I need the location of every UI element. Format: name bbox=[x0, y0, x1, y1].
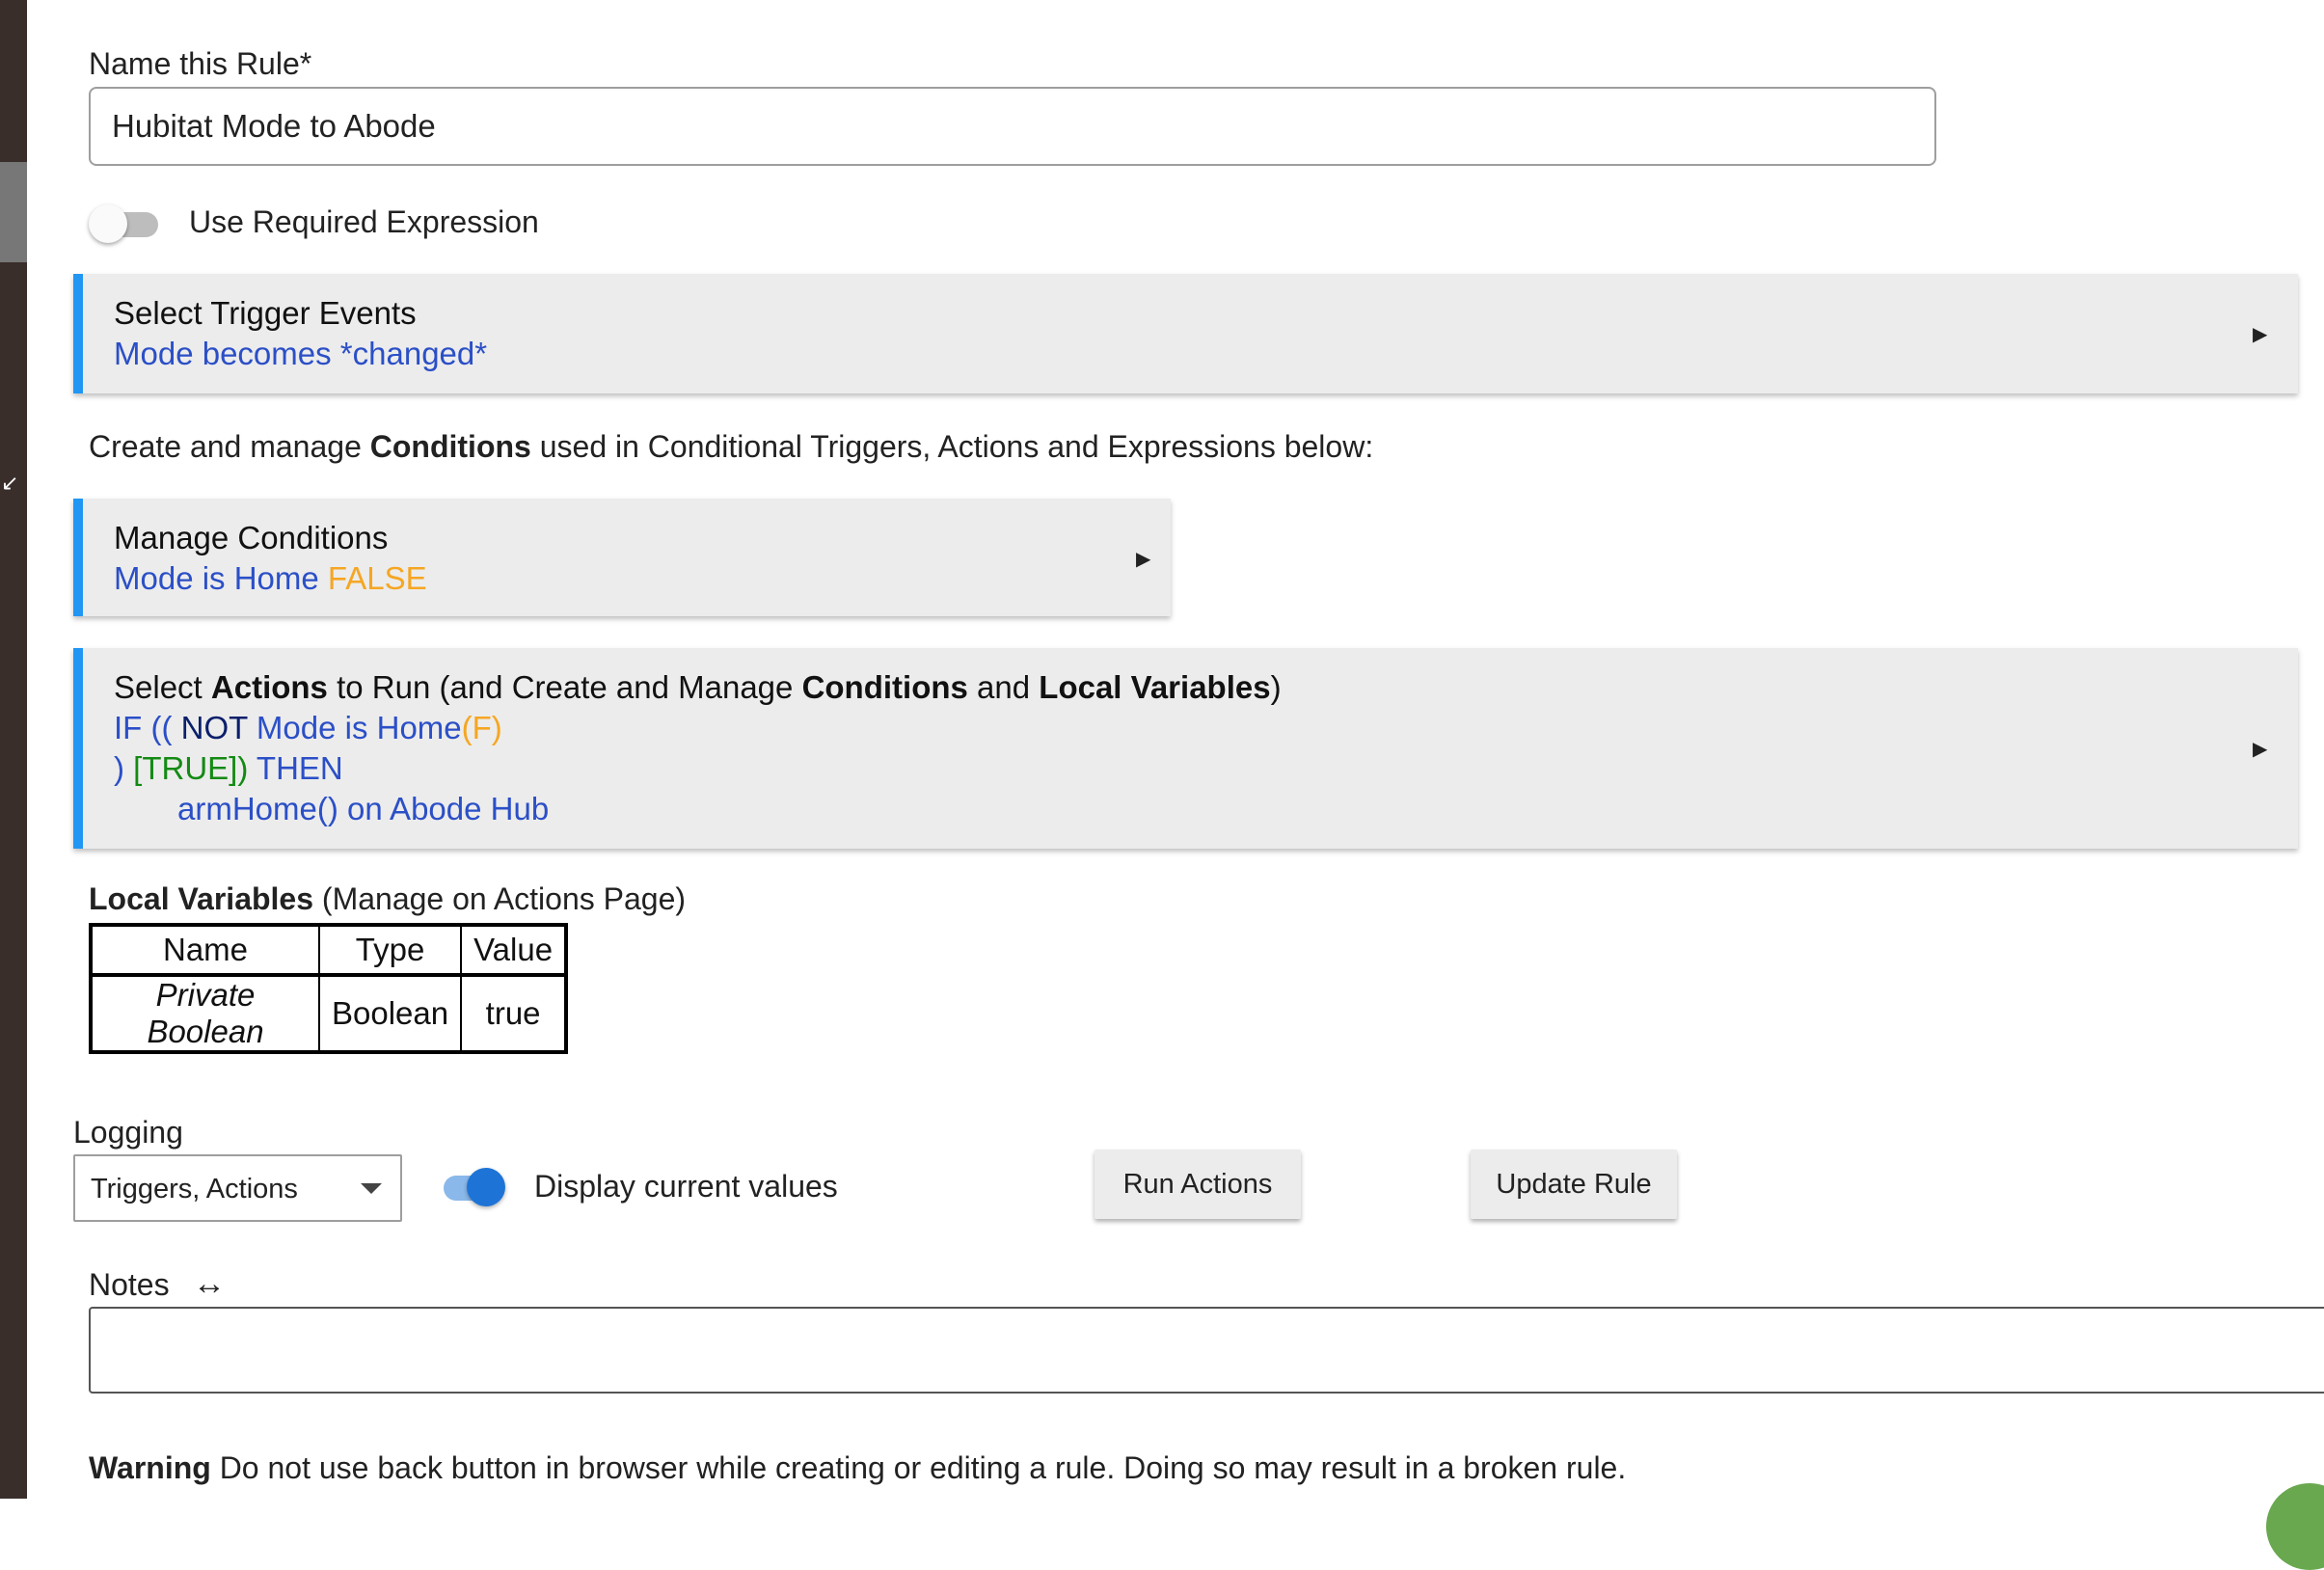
actions-title-part: ) bbox=[1270, 669, 1282, 705]
action-line-then: ) [TRUE]) THEN bbox=[114, 750, 343, 787]
action-condition: Mode is Home bbox=[256, 710, 462, 745]
display-values-label: Display current values bbox=[534, 1169, 838, 1204]
expression-result: [TRUE]) bbox=[133, 750, 249, 786]
table-row: Private Boolean Boolean true bbox=[90, 974, 568, 1053]
actions-title-bold: Local Variables bbox=[1039, 669, 1271, 705]
display-values-toggle[interactable] bbox=[432, 1166, 505, 1208]
condition-name: Mode is Home bbox=[114, 560, 319, 596]
close-paren: ) bbox=[114, 750, 124, 786]
actions-title-bold: Actions bbox=[210, 669, 328, 705]
variable-type-cell: Boolean bbox=[317, 974, 463, 1053]
left-sidebar: ↙ bbox=[0, 0, 27, 1499]
not-keyword: NOT bbox=[180, 710, 248, 745]
variable-value-cell: true bbox=[460, 974, 568, 1053]
trigger-summary: Mode becomes *changed* bbox=[114, 336, 488, 371]
actions-title-part: to Run (and Create and Manage bbox=[327, 669, 802, 705]
conditions-intro-prefix: Create and manage bbox=[89, 429, 370, 464]
action-command: armHome() on Abode Hub bbox=[177, 791, 550, 826]
actions-title-bold: Conditions bbox=[801, 669, 968, 705]
local-variables-title-bold: Local Variables bbox=[89, 881, 314, 916]
if-keyword: IF (( bbox=[114, 710, 173, 745]
warning-bold: Warning bbox=[89, 1450, 211, 1485]
column-header-value: Value bbox=[460, 924, 568, 977]
actions-panel-title: Select Actions to Run (and Create and Ma… bbox=[114, 669, 1282, 706]
then-keyword: THEN bbox=[256, 750, 343, 786]
action-condition-state: (F) bbox=[461, 710, 502, 745]
chevron-down-icon bbox=[361, 1183, 382, 1194]
logging-select[interactable]: Triggers, Actions bbox=[73, 1154, 402, 1222]
triangle-right-icon: ▶ bbox=[2253, 324, 2268, 345]
conditions-intro: Create and manage Conditions used in Con… bbox=[89, 429, 1373, 465]
notes-textarea[interactable] bbox=[89, 1307, 2324, 1394]
table-header-row: Name Type Value bbox=[90, 924, 568, 977]
trigger-events-panel[interactable]: Select Trigger Events Mode becomes *chan… bbox=[73, 274, 2298, 393]
conditions-panel-title: Manage Conditions bbox=[114, 520, 389, 555]
warning-text: Do not use back button in browser while … bbox=[210, 1450, 1627, 1485]
local-variables-title: Local Variables (Manage on Actions Page) bbox=[89, 881, 686, 917]
rule-name-label: Name this Rule* bbox=[89, 46, 312, 81]
triangle-right-icon: ▶ bbox=[1136, 549, 1151, 570]
toggle-knob bbox=[467, 1168, 505, 1206]
notes-label: Notes bbox=[89, 1267, 170, 1302]
conditions-intro-bold: Conditions bbox=[369, 429, 531, 464]
condition-state: FALSE bbox=[327, 560, 427, 596]
conditions-intro-suffix: used in Conditional Triggers, Actions an… bbox=[530, 429, 1374, 464]
toggle-knob bbox=[89, 204, 127, 243]
rule-name-input[interactable] bbox=[89, 87, 1936, 166]
variable-name-cell: Private Boolean bbox=[90, 974, 320, 1053]
column-header-name: Name bbox=[90, 924, 320, 977]
sidebar-scroll-thumb[interactable] bbox=[0, 162, 27, 262]
run-actions-button[interactable]: Run Actions bbox=[1094, 1150, 1301, 1219]
update-rule-button[interactable]: Update Rule bbox=[1471, 1150, 1677, 1219]
warning-message: Warning Do not use back button in browse… bbox=[89, 1450, 1626, 1486]
horizontal-arrows-icon[interactable]: ↔ bbox=[193, 1265, 226, 1303]
actions-title-part: and bbox=[967, 669, 1040, 705]
collapse-arrow-icon[interactable]: ↙ bbox=[1, 473, 18, 494]
select-actions-panel[interactable]: Select Actions to Run (and Create and Ma… bbox=[73, 648, 2298, 849]
local-variables-title-rest: (Manage on Actions Page) bbox=[313, 881, 687, 916]
required-expression-label: Use Required Expression bbox=[189, 204, 539, 239]
column-header-type: Type bbox=[317, 924, 463, 977]
local-variables-table: Name Type Value Private Boolean Boolean … bbox=[89, 923, 569, 1054]
trigger-panel-title: Select Trigger Events bbox=[114, 295, 417, 331]
condition-summary: Mode is Home FALSE bbox=[114, 560, 427, 597]
logging-label: Logging bbox=[73, 1115, 183, 1150]
help-fab[interactable] bbox=[2266, 1483, 2324, 1570]
action-line-if: IF (( NOT Mode is Home(F) bbox=[114, 710, 502, 746]
logging-selected-value: Triggers, Actions bbox=[91, 1174, 298, 1205]
actions-title-part: Select bbox=[114, 669, 211, 705]
required-expression-toggle[interactable] bbox=[89, 203, 162, 245]
manage-conditions-panel[interactable]: Manage Conditions Mode is Home FALSE ▶ bbox=[73, 499, 1171, 616]
triangle-right-icon: ▶ bbox=[2253, 739, 2268, 760]
